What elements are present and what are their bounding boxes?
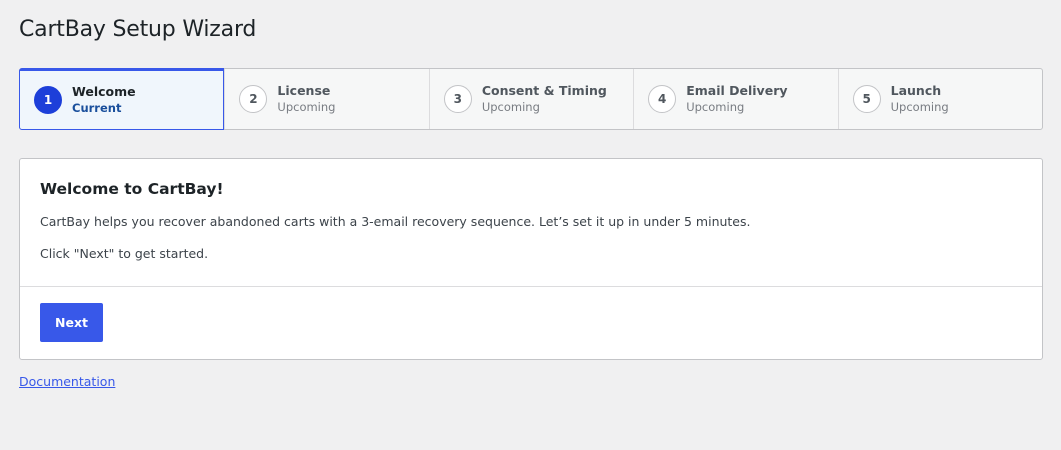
step-email-delivery[interactable]: 4 Email Delivery Upcoming — [633, 69, 837, 129]
step-label: Welcome — [72, 84, 136, 99]
step-license[interactable]: 2 License Upcoming — [224, 69, 428, 129]
step-consent-timing[interactable]: 3 Consent & Timing Upcoming — [428, 69, 633, 129]
step-number: 4 — [648, 85, 677, 113]
step-status: Upcoming — [277, 100, 336, 114]
step-launch[interactable]: 5 Launch Upcoming — [837, 69, 1042, 129]
step-number: 5 — [852, 85, 881, 113]
card-footer: Next — [20, 287, 1042, 358]
step-label: Consent & Timing — [481, 83, 607, 98]
step-status: Upcoming — [890, 100, 949, 114]
welcome-card: Welcome to CartBay! CartBay helps you re… — [19, 158, 1043, 360]
intro-text: CartBay helps you recover abandoned cart… — [40, 214, 751, 229]
card-heading: Welcome to CartBay! — [40, 180, 224, 198]
step-label: Launch — [890, 83, 942, 98]
step-number: 2 — [239, 85, 268, 113]
instruction-text: Click "Next" to get started. — [40, 246, 209, 261]
step-label: License — [277, 83, 331, 98]
card-body: Welcome to CartBay! CartBay helps you re… — [20, 159, 1042, 287]
step-number: 1 — [34, 86, 62, 114]
page-title: CartBay Setup Wizard — [19, 17, 257, 42]
step-status: Upcoming — [481, 100, 540, 114]
step-welcome[interactable]: 1 Welcome Current — [19, 68, 225, 130]
step-number: 3 — [443, 85, 472, 113]
step-status: Current — [72, 101, 122, 115]
wizard-stepper: 1 Welcome Current 2 License Upcoming 3 C… — [19, 68, 1043, 130]
step-label: Email Delivery — [686, 83, 788, 98]
documentation-link[interactable]: Documentation — [19, 374, 115, 389]
next-button[interactable]: Next — [40, 303, 103, 342]
step-status: Upcoming — [686, 100, 745, 114]
